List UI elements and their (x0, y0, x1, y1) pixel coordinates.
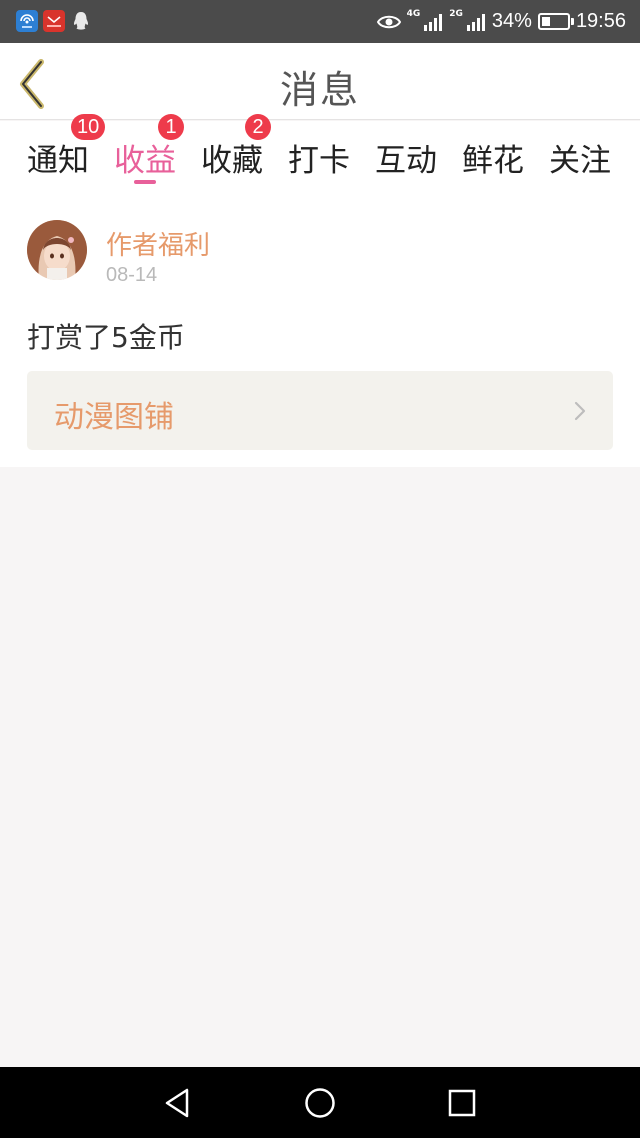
message-date: 08-14 (106, 264, 158, 286)
network-4g-label: 4G (406, 9, 421, 19)
tab-2[interactable]: 收藏 2 (189, 114, 275, 201)
tab-5[interactable]: 鲜花 (450, 121, 536, 201)
message-text: 打赏了5金币 (27, 321, 185, 354)
status-bar: 4G 2G 34% 19:56 (0, 0, 640, 43)
app-root: 4G 2G 34% 19:56 消息 通知 10 收益 1 收藏 2 打卡 互动… (0, 0, 640, 1138)
huawei-mail-icon (43, 10, 65, 32)
nav-recents-button[interactable] (442, 1083, 482, 1123)
tab-badge: 2 (245, 114, 271, 140)
tab-3[interactable]: 打卡 (276, 121, 362, 201)
avatar[interactable] (27, 220, 87, 280)
message-card: 作者福利 08-14 打赏了5金币 动漫图铺 (0, 201, 640, 467)
tab-6[interactable]: 关注 (537, 121, 623, 201)
sender-name[interactable]: 作者福利 (106, 225, 210, 262)
battery-level (541, 17, 550, 26)
chevron-right-icon (574, 401, 586, 421)
header-bar: 消息 (0, 43, 640, 120)
qq-icon (70, 10, 92, 32)
nav-home-button[interactable] (300, 1083, 340, 1123)
page-title: 消息 (279, 68, 360, 112)
network-2g-label: 2G (449, 9, 463, 19)
tab-bar: 通知 10 收益 1 收藏 2 打卡 互动 鲜花 关注 (0, 114, 640, 201)
tab-label: 收藏 (201, 143, 263, 179)
nav-back-button[interactable] (158, 1083, 198, 1123)
recents-square-icon (448, 1089, 476, 1117)
related-link-label: 动漫图铺 (54, 400, 174, 435)
system-nav-bar (0, 1067, 640, 1138)
tab-1[interactable]: 收益 1 (102, 114, 188, 201)
eye-icon (376, 15, 401, 28)
battery-icon (537, 13, 574, 30)
notification-icons (16, 9, 97, 33)
signal-icon (424, 13, 443, 31)
tab-active-indicator (134, 180, 156, 184)
back-triangle-icon (165, 1088, 189, 1118)
tab-label: 打卡 (288, 143, 350, 179)
tab-label: 关注 (549, 143, 611, 179)
clock: 19:56 (575, 10, 626, 32)
tab-label: 互动 (375, 143, 437, 179)
home-circle-icon (305, 1088, 335, 1118)
tab-label: 收益 (114, 143, 176, 179)
tab-badge: 10 (71, 114, 106, 140)
wifi-app-icon (16, 10, 38, 32)
related-link[interactable]: 动漫图铺 (27, 371, 613, 450)
battery-percent: 34% (491, 10, 532, 32)
tab-label: 鲜花 (462, 143, 524, 179)
status-icons: 4G 2G 34% 19:56 (371, 0, 626, 43)
signal-icon (466, 13, 485, 31)
tab-4[interactable]: 互动 (363, 121, 449, 201)
tab-0[interactable]: 通知 10 (15, 114, 106, 201)
tab-badge: 1 (158, 114, 184, 140)
tab-label: 通知 (27, 143, 89, 179)
